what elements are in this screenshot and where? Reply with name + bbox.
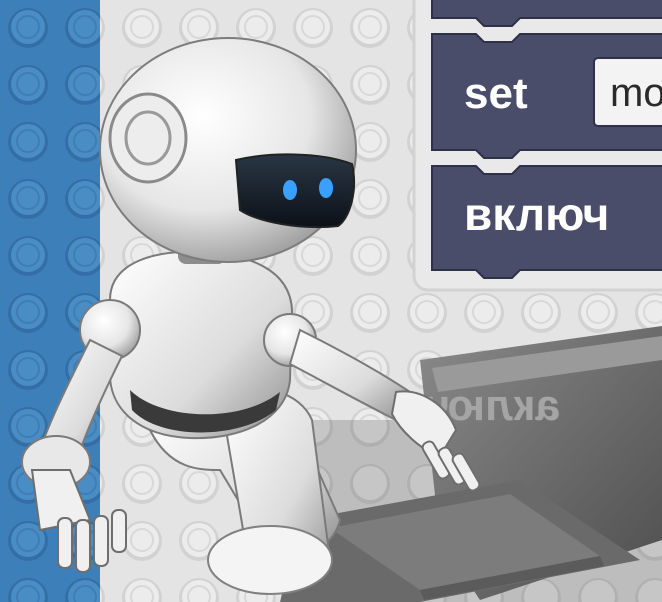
set-block-label: set <box>464 69 528 118</box>
enable-block-label: включ <box>464 188 609 240</box>
robot-eye-right <box>319 178 333 198</box>
robot-coding-illustration: set mo включ аключ <box>0 0 662 602</box>
code-blocks-panel: set mo включ <box>412 0 662 292</box>
robot-eye-left <box>283 180 297 200</box>
set-value-text: mo <box>610 71 662 115</box>
robot-foot <box>207 525 333 595</box>
robot-ear <box>108 92 188 184</box>
